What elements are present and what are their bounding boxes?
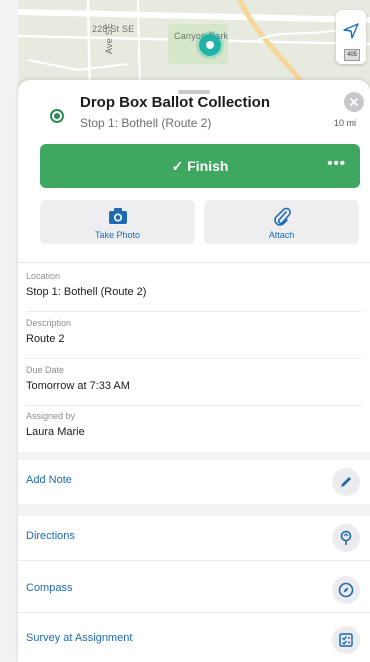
navigation-arrow-icon [343,23,359,39]
survey-label: Survey at Assignment [26,632,133,644]
detail-location: Location Stop 1: Bothell (Route 2) [26,271,362,312]
paperclip-icon [274,207,291,226]
more-options-button[interactable]: ••• [327,155,346,172]
distance-label: 10 mi [333,118,356,128]
add-note-row[interactable]: Add Note [18,460,370,504]
detail-due-date: Due Date Tomorrow at 7:33 AM [26,365,362,406]
details-section: Location Stop 1: Bothell (Route 2) Descr… [18,262,370,453]
take-photo-label: Take Photo [94,230,141,240]
assignment-title: Drop Box Ballot Collection [80,94,271,111]
add-note-label: Add Note [26,474,72,486]
take-photo-button[interactable]: Take Photo [40,200,195,244]
add-note-button[interactable] [332,468,360,496]
survey-checklist-icon [339,633,353,647]
map-roads [18,0,370,92]
compass-label: Compass [26,582,73,594]
directions-pin-icon [340,530,352,545]
directions-row[interactable]: Directions [18,516,370,561]
compass-button[interactable] [332,576,360,604]
survey-row[interactable]: Survey at Assignment [18,618,370,662]
section-divider [18,504,370,516]
close-button[interactable] [344,92,364,112]
route-badge: 405 [344,49,360,61]
assignment-header: Drop Box Ballot Collection Stop 1: Bothe… [18,80,370,140]
attach-button[interactable]: Attach [204,200,359,244]
pencil-icon [341,477,351,487]
detail-description: Description Route 2 [26,318,362,359]
section-divider [18,452,370,460]
assignment-subtitle: Stop 1: Bothell (Route 2) [80,116,212,130]
detail-value: Stop 1: Bothell (Route 2) [26,286,147,298]
directions-button[interactable] [332,524,360,552]
finish-button[interactable]: ✓ Finish ••• [40,144,360,188]
assignment-sheet: Drop Box Ballot Collection Stop 1: Bothe… [18,80,370,662]
locate-button[interactable]: 405 [336,10,366,64]
detail-value: Laura Marie [26,426,85,438]
detail-label: Location [26,271,61,281]
camera-icon [109,208,127,224]
detail-value: Route 2 [26,333,65,345]
compass-icon [338,582,354,598]
map-view[interactable]: 228 St SE Canyon Park Ave SE 405 [18,0,370,92]
detail-label: Description [26,318,72,328]
detail-assigned-by: Assigned by Laura Marie [26,411,362,449]
app-frame: 228 St SE Canyon Park Ave SE 405 Drop Bo… [0,0,370,662]
detail-value: Tomorrow at 7:33 AM [26,380,130,392]
attach-label: Attach [268,230,295,240]
status-icon [50,109,64,123]
compass-row[interactable]: Compass [18,568,370,613]
close-icon [350,98,358,106]
finish-label: ✓ Finish [171,158,229,174]
directions-label: Directions [26,530,75,542]
detail-label: Due Date [26,365,65,375]
detail-label: Assigned by [26,411,76,421]
survey-button[interactable] [332,626,360,654]
map-avenue-label: Ave SE [104,22,114,54]
location-pin[interactable] [199,34,221,56]
